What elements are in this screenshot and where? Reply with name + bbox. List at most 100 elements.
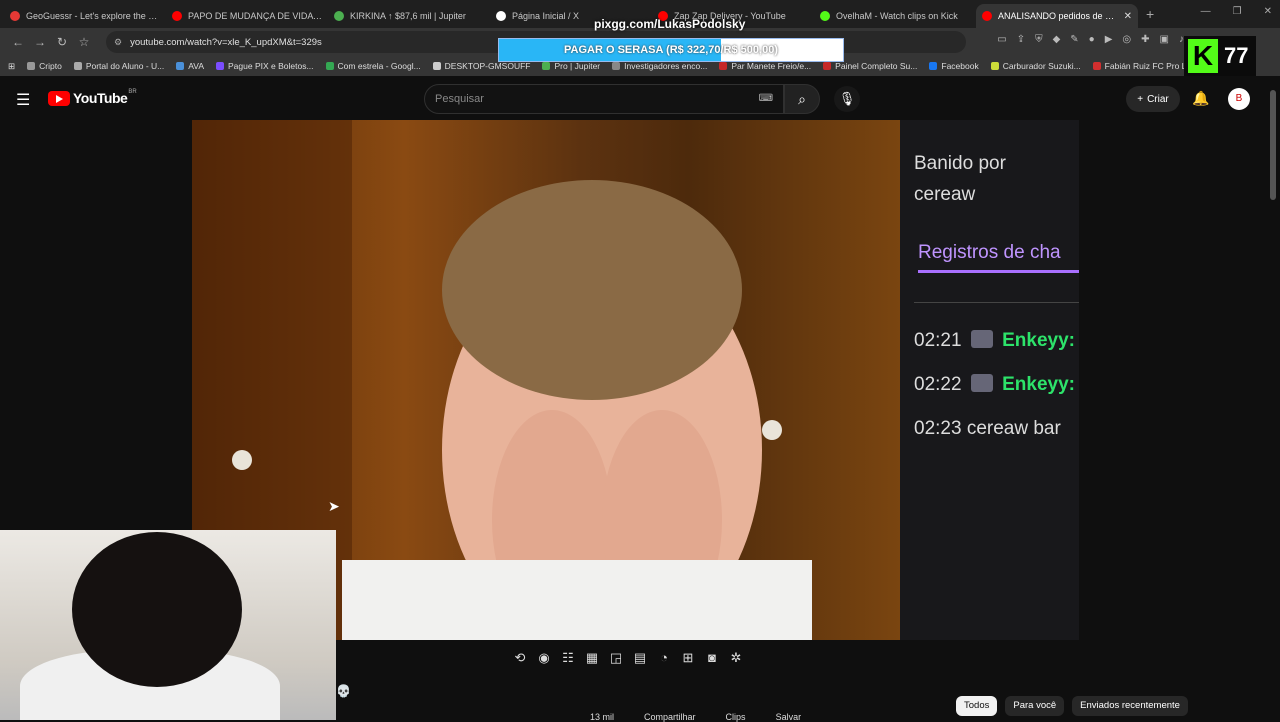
- add-icon[interactable]: ⊞: [680, 650, 696, 666]
- save-button[interactable]: Salvar: [776, 712, 802, 722]
- audio-icon[interactable]: ◉: [536, 650, 552, 666]
- youtube-header: ☰ YouTube BR Pesquisar ⌨ ⌕ 🎙 + Criar 🔔 B: [0, 76, 1280, 122]
- gear-icon[interactable]: ✲: [728, 650, 744, 666]
- youtube-wordmark: YouTube: [73, 90, 128, 106]
- window-controls: — ❐ ✕: [1201, 6, 1272, 17]
- close-window-icon[interactable]: ✕: [1264, 6, 1272, 17]
- notifications-icon[interactable]: 🔔: [1192, 90, 1209, 107]
- browser-tab[interactable]: OvelhaM - Watch clips on Kick: [814, 4, 976, 28]
- bookmark-icon[interactable]: ☆: [74, 35, 94, 49]
- mouse-cursor-icon: ➤: [328, 498, 340, 514]
- create-button[interactable]: + Criar: [1126, 86, 1180, 112]
- browser-tab[interactable]: PAPO DE MUDANÇA DE VIDA COM: [166, 4, 328, 28]
- sidebar-icon[interactable]: ▣: [1160, 34, 1169, 45]
- bookmark-item[interactable]: Investigadores enco...: [612, 61, 707, 71]
- bookmark-favicon-icon: [990, 62, 999, 70]
- chat-time: 02:22: [914, 374, 962, 395]
- camera-icon[interactable]: ◙: [704, 650, 720, 666]
- menu-icon[interactable]: ☰: [16, 90, 30, 110]
- create-label: Criar: [1147, 93, 1169, 105]
- tab-title: GeoGuessr - Let's explore the world!: [26, 11, 160, 21]
- tab-favicon-icon: [496, 11, 506, 21]
- loop-icon[interactable]: ⟲: [512, 650, 528, 666]
- apps-icon[interactable]: ⊞: [8, 61, 15, 72]
- player-extension-controls: ⟲ ◉ ☷ ▦ ◲ ▤ ◔ ⊞ ◙ ✲: [512, 650, 744, 666]
- ban-user: cereaw: [914, 184, 976, 205]
- extension-icon[interactable]: ▶: [1105, 34, 1113, 45]
- search-input[interactable]: Pesquisar ⌨: [424, 84, 784, 114]
- extension-icon[interactable]: ◎: [1122, 34, 1131, 45]
- streamer-webcam: [0, 530, 336, 720]
- bookmark-item[interactable]: Painel Completo Su...: [823, 61, 917, 71]
- tab-favicon-icon: [820, 11, 830, 21]
- new-tab-icon[interactable]: +: [1146, 6, 1154, 22]
- bookmark-item[interactable]: Par Manete Freio/e...: [719, 61, 811, 71]
- site-info-icon[interactable]: ⚙: [114, 37, 122, 48]
- bookmark-favicon-icon: [73, 62, 82, 70]
- extension-icon[interactable]: ●: [1089, 34, 1095, 45]
- playlist-icon[interactable]: ☷: [560, 650, 576, 666]
- bookmark-label: Painel Completo Su...: [835, 61, 918, 71]
- page-scrollbar[interactable]: [1270, 90, 1276, 200]
- extension-icon[interactable]: ✎: [1070, 34, 1078, 45]
- avatar[interactable]: B: [1228, 88, 1250, 110]
- video-actions: 13 mil Compartilhar Clips Salvar: [590, 712, 801, 722]
- bookmark-favicon-icon: [325, 62, 334, 70]
- bookmark-item[interactable]: DESKTOP-GMSOUFF: [432, 61, 530, 71]
- bookmark-item[interactable]: Portal do Aluno - U...: [73, 61, 164, 71]
- webcam-head: [72, 532, 242, 687]
- reload-icon[interactable]: ↻: [52, 35, 72, 49]
- mic-icon: 🎙: [838, 91, 856, 106]
- back-icon[interactable]: ←: [8, 35, 28, 49]
- bookmark-favicon-icon: [719, 62, 728, 70]
- ban-label: Banido por: [914, 153, 1006, 174]
- tab-favicon-icon: [982, 11, 992, 21]
- keyboard-icon[interactable]: ⌨: [759, 85, 773, 113]
- forward-icon[interactable]: →: [30, 35, 50, 49]
- pip-icon[interactable]: ◲: [608, 650, 624, 666]
- browser-tab[interactable]: KIRKINA ↑ $87,6 mil | Jupiter: [328, 4, 490, 28]
- donation-goal-bar: PAGAR O SERASA (R$ 322,70/R$ 500,00): [498, 38, 844, 62]
- puzzle-icon[interactable]: ✚: [1141, 34, 1149, 45]
- bookmark-favicon-icon: [216, 62, 224, 70]
- chat-message: 02:21 Enkeyy:: [914, 330, 1075, 352]
- chip-recently-uploaded[interactable]: Enviados recentemente: [1072, 696, 1188, 716]
- youtube-play-icon: [48, 90, 70, 106]
- youtube-logo[interactable]: YouTube BR: [48, 89, 137, 106]
- minimize-icon[interactable]: —: [1201, 6, 1211, 17]
- extension-icon[interactable]: ◆: [1053, 34, 1061, 45]
- like-button[interactable]: 13 mil: [590, 712, 614, 722]
- theater-icon[interactable]: ▤: [632, 650, 648, 666]
- bookmark-item[interactable]: Facebook: [929, 61, 979, 71]
- bookmark-label: Investigadores enco...: [624, 61, 708, 71]
- browser-tab[interactable]: ANALISANDO pedidos de UNB ✕: [976, 4, 1138, 28]
- bookmark-item[interactable]: Pro | Jupiter: [542, 61, 600, 71]
- voice-search-button[interactable]: 🎙: [834, 86, 860, 112]
- share-icon[interactable]: ⇪: [1017, 34, 1025, 45]
- chip-all[interactable]: Todos: [956, 696, 998, 716]
- bookmark-item[interactable]: Com estrela - Googl...: [325, 61, 421, 71]
- chat-user: Enkeyy:: [1002, 374, 1075, 395]
- tab-title: PAPO DE MUDANÇA DE VIDA COM: [188, 11, 322, 21]
- bookmark-item[interactable]: Pague PIX e Boletos...: [216, 61, 314, 71]
- bookmark-item[interactable]: Fabián Ruiz FC Pro L...: [1092, 61, 1193, 71]
- bookmark-item[interactable]: Carburador Suzuki...: [990, 61, 1081, 71]
- country-code: BR: [128, 89, 137, 95]
- search-button[interactable]: ⌕: [784, 84, 820, 114]
- bookmark-item[interactable]: Cripto: [27, 61, 62, 71]
- maximize-icon[interactable]: ❐: [1233, 6, 1242, 17]
- share-button[interactable]: Compartilhar: [644, 712, 696, 722]
- bookmark-item[interactable]: AVA: [176, 61, 204, 71]
- clips-button[interactable]: Clips: [726, 712, 746, 722]
- ban-info: Banido por cereaw: [914, 148, 1006, 210]
- chat-log-panel: Banido por cereaw Registros de cha 02:21…: [900, 120, 1079, 640]
- url-text: youtube.com/watch?v=xle_K_updXM&t=329s: [130, 36, 322, 48]
- install-icon[interactable]: ▭: [997, 34, 1006, 45]
- speed-icon[interactable]: ◔: [656, 650, 672, 666]
- chip-for-you[interactable]: Para você: [1005, 696, 1065, 716]
- shield-icon[interactable]: ⛨: [1035, 34, 1043, 45]
- film-icon[interactable]: ▦: [584, 650, 600, 666]
- browser-tab[interactable]: GeoGuessr - Let's explore the world!: [4, 4, 166, 28]
- pix-url-overlay: pixgg.com/LukasPodolsky: [594, 17, 746, 31]
- close-tab-icon[interactable]: ✕: [1124, 11, 1132, 22]
